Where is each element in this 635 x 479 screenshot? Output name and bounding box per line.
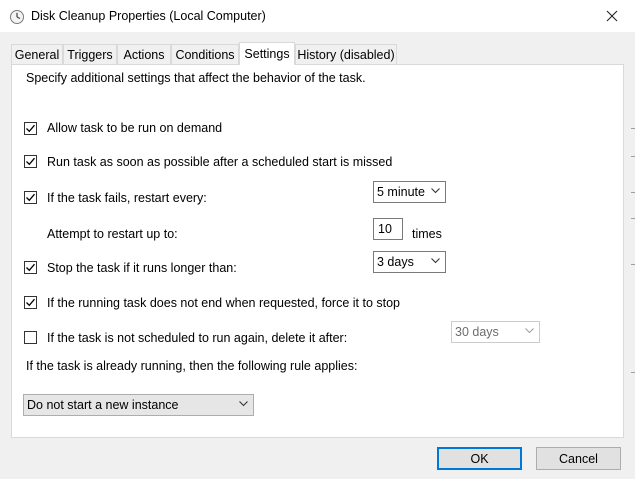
close-icon bbox=[606, 10, 618, 22]
restart-attempts-suffix: times bbox=[412, 227, 442, 241]
tab-actions[interactable]: Actions bbox=[117, 44, 171, 64]
force-stop-label: If the running task does not end when re… bbox=[47, 296, 401, 310]
delete-after-checkbox[interactable] bbox=[24, 331, 37, 344]
background-edge-mark bbox=[631, 218, 635, 219]
restart-interval-select[interactable]: 5 minute bbox=[373, 181, 446, 203]
check-icon bbox=[26, 298, 35, 307]
tab-settings[interactable]: Settings bbox=[239, 42, 295, 65]
tab-general[interactable]: General bbox=[11, 44, 63, 64]
ok-button[interactable]: OK bbox=[437, 447, 522, 470]
force-stop-checkbox[interactable] bbox=[24, 296, 37, 309]
task-clock-icon bbox=[9, 9, 25, 25]
allow-on-demand-label: Allow task to be run on demand bbox=[47, 121, 223, 135]
stop-if-longer-checkbox[interactable] bbox=[24, 261, 37, 274]
tab-triggers[interactable]: Triggers bbox=[63, 44, 117, 64]
tab-conditions[interactable]: Conditions bbox=[171, 44, 239, 64]
restart-on-fail-label: If the task fails, restart every: bbox=[47, 191, 207, 205]
settings-intro: Specify additional settings that affect … bbox=[26, 71, 366, 85]
running-rule-select[interactable]: Do not start a new instance bbox=[23, 394, 254, 416]
restart-attempts-label: Attempt to restart up to: bbox=[47, 227, 178, 241]
chevron-down-icon bbox=[431, 188, 440, 194]
check-icon bbox=[26, 124, 35, 133]
run-asap-checkbox[interactable] bbox=[24, 155, 37, 168]
check-icon bbox=[26, 157, 35, 166]
settings-panel: Specify additional settings that affect … bbox=[11, 64, 624, 438]
close-button[interactable] bbox=[589, 0, 635, 32]
check-icon bbox=[26, 263, 35, 272]
chevron-down-icon bbox=[239, 401, 248, 407]
check-icon bbox=[26, 193, 35, 202]
restart-on-fail-checkbox[interactable] bbox=[24, 191, 37, 204]
delete-after-label: If the task is not scheduled to run agai… bbox=[47, 331, 348, 345]
stop-duration-select[interactable]: 3 days bbox=[373, 251, 446, 273]
background-edge-mark bbox=[631, 264, 635, 265]
allow-on-demand-checkbox[interactable] bbox=[24, 122, 37, 135]
restart-attempts-input[interactable]: 10 bbox=[373, 218, 403, 240]
running-rule-label: If the task is already running, then the… bbox=[26, 359, 358, 373]
title-bar: Disk Cleanup Properties (Local Computer) bbox=[0, 0, 635, 33]
chevron-down-icon bbox=[431, 258, 440, 264]
background-edge-mark bbox=[631, 128, 635, 129]
delete-duration-select[interactable]: 30 days bbox=[451, 321, 540, 343]
window-title: Disk Cleanup Properties (Local Computer) bbox=[31, 9, 266, 23]
tab-history[interactable]: History (disabled) bbox=[295, 44, 397, 64]
run-asap-label: Run task as soon as possible after a sch… bbox=[47, 155, 393, 169]
stop-if-longer-label: Stop the task if it runs longer than: bbox=[47, 261, 237, 275]
background-edge-mark bbox=[631, 192, 635, 193]
chevron-down-icon bbox=[525, 328, 534, 334]
cancel-button[interactable]: Cancel bbox=[536, 447, 621, 470]
background-edge-mark bbox=[631, 372, 635, 373]
background-edge-mark bbox=[631, 156, 635, 157]
